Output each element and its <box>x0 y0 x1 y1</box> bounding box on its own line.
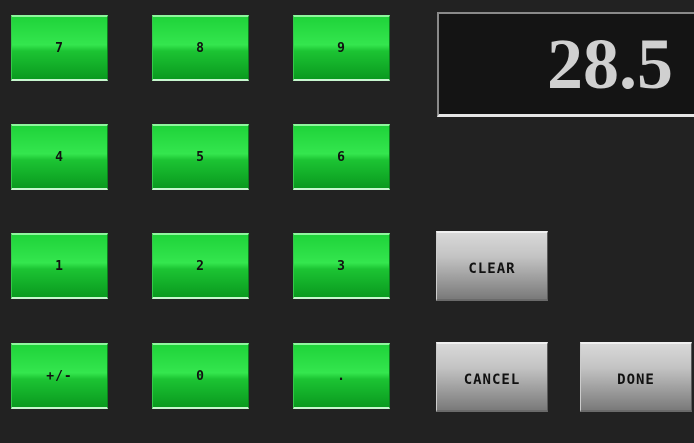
clear-button[interactable]: CLEAR <box>436 231 548 301</box>
key-5[interactable]: 5 <box>152 124 249 190</box>
key-3[interactable]: 3 <box>293 233 390 299</box>
key-9[interactable]: 9 <box>293 15 390 81</box>
key-2[interactable]: 2 <box>152 233 249 299</box>
numeric-keypad-dialog: 7 8 9 4 5 6 1 2 3 +/- 0 . 28.5 CLEAR CAN… <box>0 0 694 443</box>
key-7[interactable]: 7 <box>11 15 108 81</box>
key-6[interactable]: 6 <box>293 124 390 190</box>
key-decimal-point[interactable]: . <box>293 343 390 409</box>
key-4[interactable]: 4 <box>11 124 108 190</box>
value-display: 28.5 <box>437 12 694 117</box>
cancel-button[interactable]: CANCEL <box>436 342 548 412</box>
display-value: 28.5 <box>547 24 673 104</box>
key-8[interactable]: 8 <box>152 15 249 81</box>
key-plus-minus[interactable]: +/- <box>11 343 108 409</box>
done-button[interactable]: DONE <box>580 342 692 412</box>
key-0[interactable]: 0 <box>152 343 249 409</box>
key-1[interactable]: 1 <box>11 233 108 299</box>
